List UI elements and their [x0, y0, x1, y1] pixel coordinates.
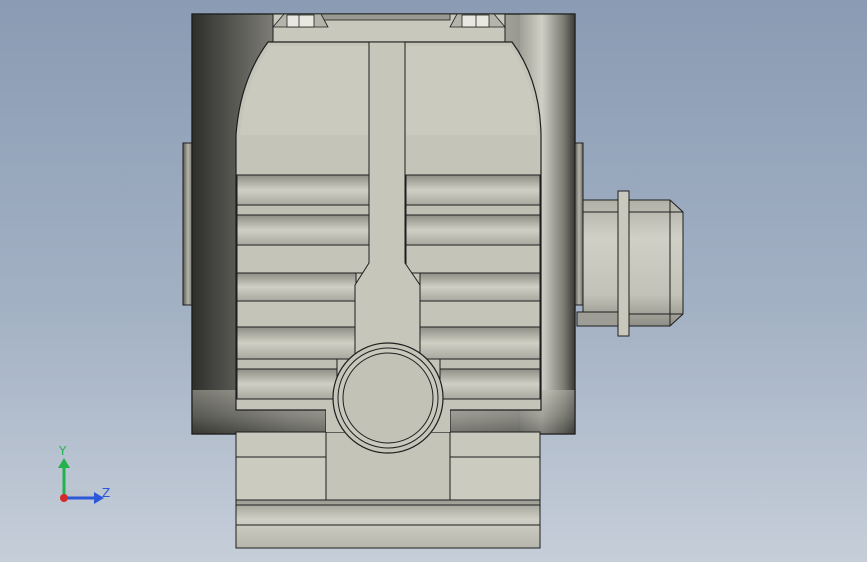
input-motor-adapter — [576, 190, 684, 337]
gearbox-drawing: Y Z — [58, 13, 684, 549]
cad-viewport[interactable]: Y Z — [0, 0, 867, 562]
top-bolt-right — [461, 14, 490, 28]
y-axis-label: Y — [58, 444, 67, 458]
right-hub — [574, 142, 584, 306]
orientation-triad[interactable]: Y Z — [58, 444, 110, 504]
triad-origin — [60, 494, 68, 502]
y-axis-arrowhead — [58, 458, 70, 468]
z-axis-label: Z — [102, 486, 110, 500]
top-bolt-left — [286, 14, 315, 28]
